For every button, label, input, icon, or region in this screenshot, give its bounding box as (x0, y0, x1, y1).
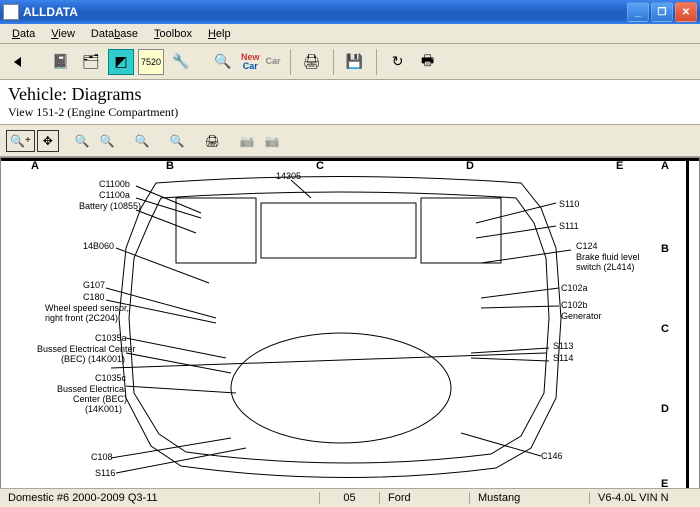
zoom-in-button[interactable]: 🔍+ (6, 130, 35, 152)
zoom-minus-button[interactable]: 🔍 (131, 132, 154, 150)
zoom-out-button[interactable]: 🔍 (166, 132, 189, 150)
fit-button[interactable]: ✥ (37, 130, 59, 152)
label-c1100b: C1100b (99, 180, 130, 190)
label-s114: S114 (553, 354, 573, 364)
label-c102b: C102b (561, 301, 588, 311)
back-button[interactable] (6, 49, 32, 75)
label-generator: Generator (561, 312, 602, 322)
camera2-button[interactable]: 📷 (261, 132, 284, 150)
status-database: Domestic #6 2000-2009 Q3-11 (0, 492, 320, 504)
status-make: Ford (380, 492, 470, 504)
label-s113: S113 (553, 342, 573, 352)
label-bec1b: (BEC) (14K001) (61, 355, 125, 365)
label-c108: C108 (91, 453, 113, 463)
notebook-icon[interactable]: 📓 (48, 49, 74, 75)
page-subtitle: View 151-2 (Engine Compartment) (8, 105, 692, 120)
label-g107: G107 (83, 281, 105, 291)
label-s110: S110 (559, 200, 579, 210)
search-tool-icon[interactable]: 🔍 (210, 49, 236, 75)
menu-toolbox[interactable]: Toolbox (146, 26, 200, 42)
print-icon[interactable]: 🖨 (299, 49, 325, 75)
status-engine: V6-4.0L VIN N (590, 492, 700, 504)
menu-database[interactable]: Database (83, 26, 146, 42)
label-c1035a: C1035a (95, 334, 127, 344)
label-battery: Battery (10855) (79, 202, 141, 212)
minimize-button[interactable]: _ (627, 2, 649, 22)
vehicle-header: Vehicle: Diagrams View 151-2 (Engine Com… (0, 80, 700, 125)
window-title: ALLDATA (23, 5, 78, 19)
wrench-icon[interactable]: 🔧 (168, 49, 194, 75)
label-s116: S116 (95, 469, 115, 479)
printer-icon[interactable]: 🖶 (415, 49, 441, 75)
titlebar: ALLDATA _ ❐ ✕ (0, 0, 700, 24)
close-button[interactable]: ✕ (675, 2, 697, 22)
car-button[interactable]: Car (265, 49, 282, 75)
refresh-icon[interactable]: ↻ (385, 49, 411, 75)
maximize-button[interactable]: ❐ (651, 2, 673, 22)
app-icon (3, 4, 19, 20)
print-diagram-button[interactable]: 🖨 (201, 132, 224, 150)
label-c102a: C102a (561, 284, 588, 294)
diagram-canvas[interactable]: A B C D E A B C D E (0, 157, 700, 499)
label-bec2c: (14K001) (85, 405, 122, 415)
statusbar: Domestic #6 2000-2009 Q3-11 05 Ford Must… (0, 488, 700, 507)
status-model: Mustang (470, 492, 590, 504)
app-teal-icon[interactable]: ◩ (108, 49, 134, 75)
menubar: Data View Database Toolbox Help (0, 24, 700, 44)
label-14b060: 14B060 (83, 242, 114, 252)
save-icon[interactable]: 💾 (342, 49, 368, 75)
page-title: Vehicle: Diagrams (8, 84, 692, 105)
menu-data[interactable]: Data (4, 26, 43, 42)
new-car-button[interactable]: NewCar (240, 49, 261, 75)
status-year: 05 (320, 492, 380, 504)
label-c180: C180 (83, 293, 105, 303)
label-wheel2: right front (2C204) (45, 314, 118, 324)
label-c1035c: C1035c (95, 374, 126, 384)
label-brake2: switch (2L414) (576, 263, 635, 273)
cards-icon[interactable]: 🗂 (78, 49, 104, 75)
diagram-toolbar: 🔍+ ✥ 🔍 🔍 🔍 🔍 🖨 📷 📷 (0, 125, 700, 157)
zoom-100-button[interactable]: 🔍 (71, 132, 94, 150)
number-button[interactable]: 7520 (138, 49, 164, 75)
label-c124: C124 (576, 242, 598, 252)
menu-help[interactable]: Help (200, 26, 239, 42)
main-toolbar: 📓 🗂 ◩ 7520 🔧 🔍 NewCar Car 🖨 💾 ↻ 🖶 (0, 44, 700, 80)
camera1-button[interactable]: 📷 (236, 132, 259, 150)
label-14305: 14305 (276, 172, 301, 182)
zoom-plus-button[interactable]: 🔍 (96, 132, 119, 150)
label-s111: S111 (559, 222, 579, 232)
menu-view[interactable]: View (43, 26, 83, 42)
label-c1100a: C1100a (99, 191, 130, 201)
label-c146: C146 (541, 452, 563, 462)
